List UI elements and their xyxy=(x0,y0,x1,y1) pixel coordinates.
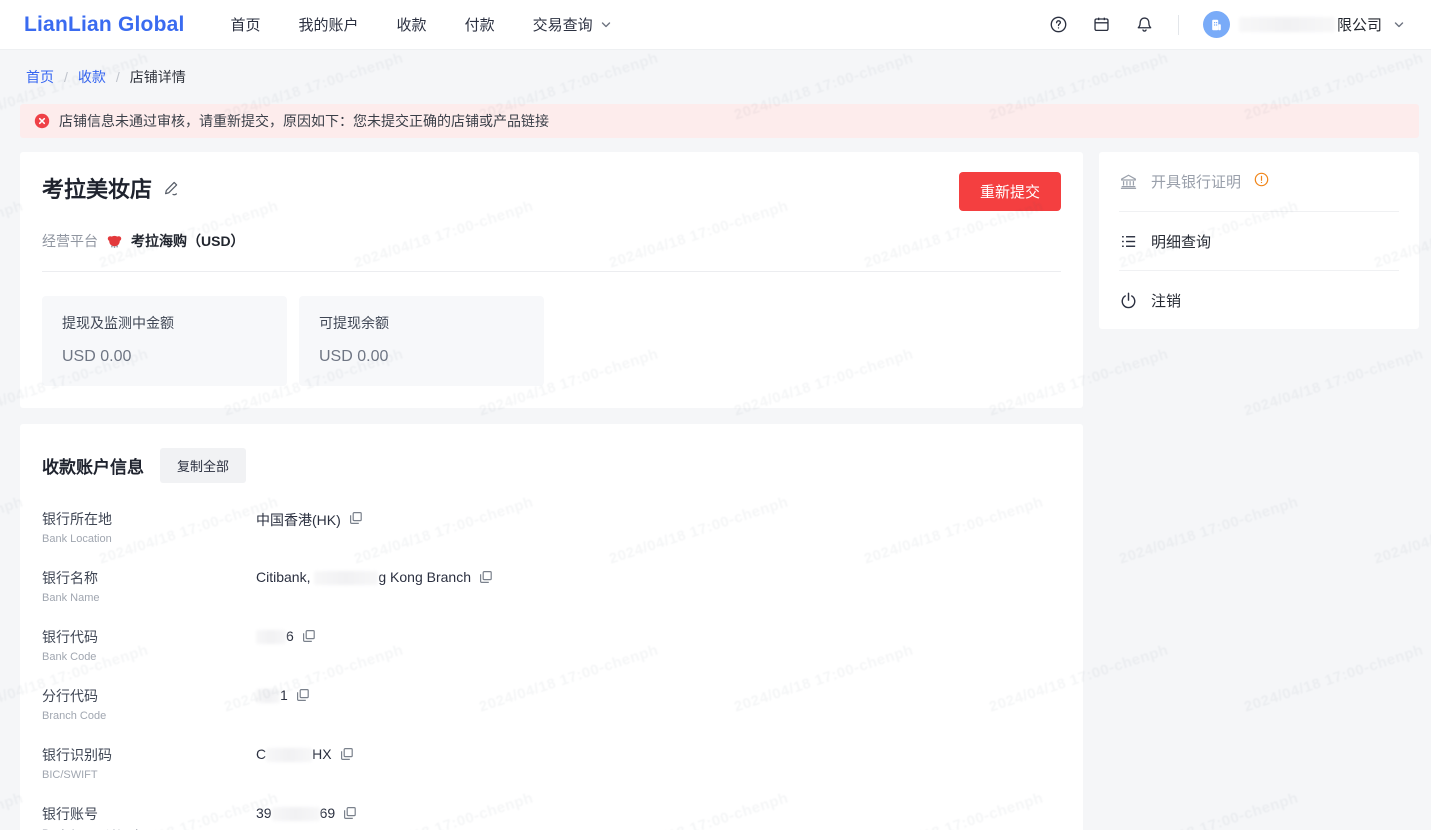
row-branch-code: 分行代码 Branch Code 1 xyxy=(42,686,1061,722)
row-bank-location: 银行所在地 Bank Location 中国香港(HK) xyxy=(42,509,1061,545)
bank-location-value: 中国香港(HK) xyxy=(256,509,363,545)
shop-summary-card: 考拉美妆店 重新提交 经营平台 考拉海购（USD） 提现及监测中金额 USD 0… xyxy=(20,152,1083,408)
error-icon xyxy=(34,113,50,129)
redacted-text xyxy=(314,571,379,586)
warning-info-icon xyxy=(1254,172,1273,191)
side-item-detail-query[interactable]: 明细查询 xyxy=(1119,211,1399,270)
copy-all-button[interactable]: 复制全部 xyxy=(160,448,247,483)
receiving-account-card: 收款账户信息 复制全部 银行所在地 Bank Location 中国香港(HK) xyxy=(20,424,1083,830)
chevron-down-icon xyxy=(598,17,614,33)
side-actions-card: 开具银行证明 明细查询 注销 xyxy=(1099,152,1419,329)
stat-withdrawable-balance: 可提现余额 USD 0.00 xyxy=(299,296,544,386)
row-bank-account-number: 银行账号 Bank Account Number 3969 xyxy=(42,804,1061,830)
side-item-bank-certificate[interactable]: 开具银行证明 xyxy=(1119,152,1399,211)
power-icon xyxy=(1119,291,1138,310)
copy-icon[interactable] xyxy=(340,747,354,761)
nav-item-collection[interactable]: 收款 xyxy=(397,14,427,35)
copy-icon[interactable] xyxy=(343,806,357,820)
nav-item-home[interactable]: 首页 xyxy=(231,14,261,35)
row-bic-swift: 银行识别码 BIC/SWIFT C HX xyxy=(42,745,1061,781)
breadcrumb-collection[interactable]: 收款 xyxy=(78,67,106,87)
bank-code-value: 6 xyxy=(256,627,316,663)
resubmit-button[interactable]: 重新提交 xyxy=(958,172,1061,211)
kaola-platform-icon xyxy=(106,233,123,250)
stat-withdrawing-amount: 提现及监测中金额 USD 0.00 xyxy=(42,296,287,386)
redacted-text xyxy=(271,807,320,822)
account-info-title: 收款账户信息 xyxy=(42,458,144,477)
platform-name: 考拉海购（USD） xyxy=(131,233,245,249)
row-bank-code: 银行代码 Bank Code 6 xyxy=(42,627,1061,663)
alert-text: 店铺信息未通过审核，请重新提交，原因如下：您未提交正确的店铺或产品链接 xyxy=(59,113,549,129)
redacted-text xyxy=(1238,17,1335,32)
company-name: 限公司 xyxy=(1238,14,1382,35)
copy-icon[interactable] xyxy=(302,629,316,643)
bic-swift-value: C HX xyxy=(256,745,354,781)
nav-item-transaction-query[interactable]: 交易查询 xyxy=(533,14,614,35)
bank-name-value: Citibank, g Kong Branch xyxy=(256,568,493,604)
bank-account-number-value: 39 69 xyxy=(256,804,357,830)
redacted-text xyxy=(256,630,286,645)
top-navbar: LianLian Global 首页 我的账户 收款 付款 交易查询 限公司 xyxy=(0,0,1431,50)
calendar-icon[interactable] xyxy=(1092,15,1111,34)
main-nav: 首页 我的账户 收款 付款 交易查询 xyxy=(231,14,614,35)
header-divider xyxy=(1177,14,1179,35)
lianlian-global-logo[interactable]: LianLian Global xyxy=(24,13,185,37)
divider xyxy=(42,271,1061,272)
copy-icon[interactable] xyxy=(479,570,493,584)
breadcrumb-home[interactable]: 首页 xyxy=(26,67,54,87)
nav-item-payment[interactable]: 付款 xyxy=(465,14,495,35)
account-menu[interactable]: 限公司 xyxy=(1202,11,1407,38)
copy-icon[interactable] xyxy=(349,511,363,525)
copy-icon[interactable] xyxy=(296,688,310,702)
redacted-text xyxy=(256,689,280,704)
chevron-down-icon xyxy=(1391,17,1407,33)
list-icon xyxy=(1119,232,1138,251)
edit-icon[interactable] xyxy=(162,179,181,198)
bell-icon[interactable] xyxy=(1135,15,1154,34)
company-avatar xyxy=(1202,11,1230,38)
bank-icon xyxy=(1119,172,1138,191)
breadcrumb: 首页 / 收款 / 店铺详情 xyxy=(26,67,186,87)
shop-title: 考拉美妆店 xyxy=(42,172,181,204)
breadcrumb-current: 店铺详情 xyxy=(129,69,186,85)
error-alert: 店铺信息未通过审核，请重新提交，原因如下：您未提交正确的店铺或产品链接 xyxy=(20,104,1419,138)
row-bank-name: 银行名称 Bank Name Citibank, g Kong Branch xyxy=(42,568,1061,604)
platform-label: 经营平台 xyxy=(42,233,98,249)
nav-item-my-account[interactable]: 我的账户 xyxy=(299,14,359,35)
branch-code-value: 1 xyxy=(256,686,310,722)
redacted-text xyxy=(266,748,313,763)
help-icon[interactable] xyxy=(1049,15,1068,34)
side-item-logout[interactable]: 注销 xyxy=(1119,270,1399,329)
